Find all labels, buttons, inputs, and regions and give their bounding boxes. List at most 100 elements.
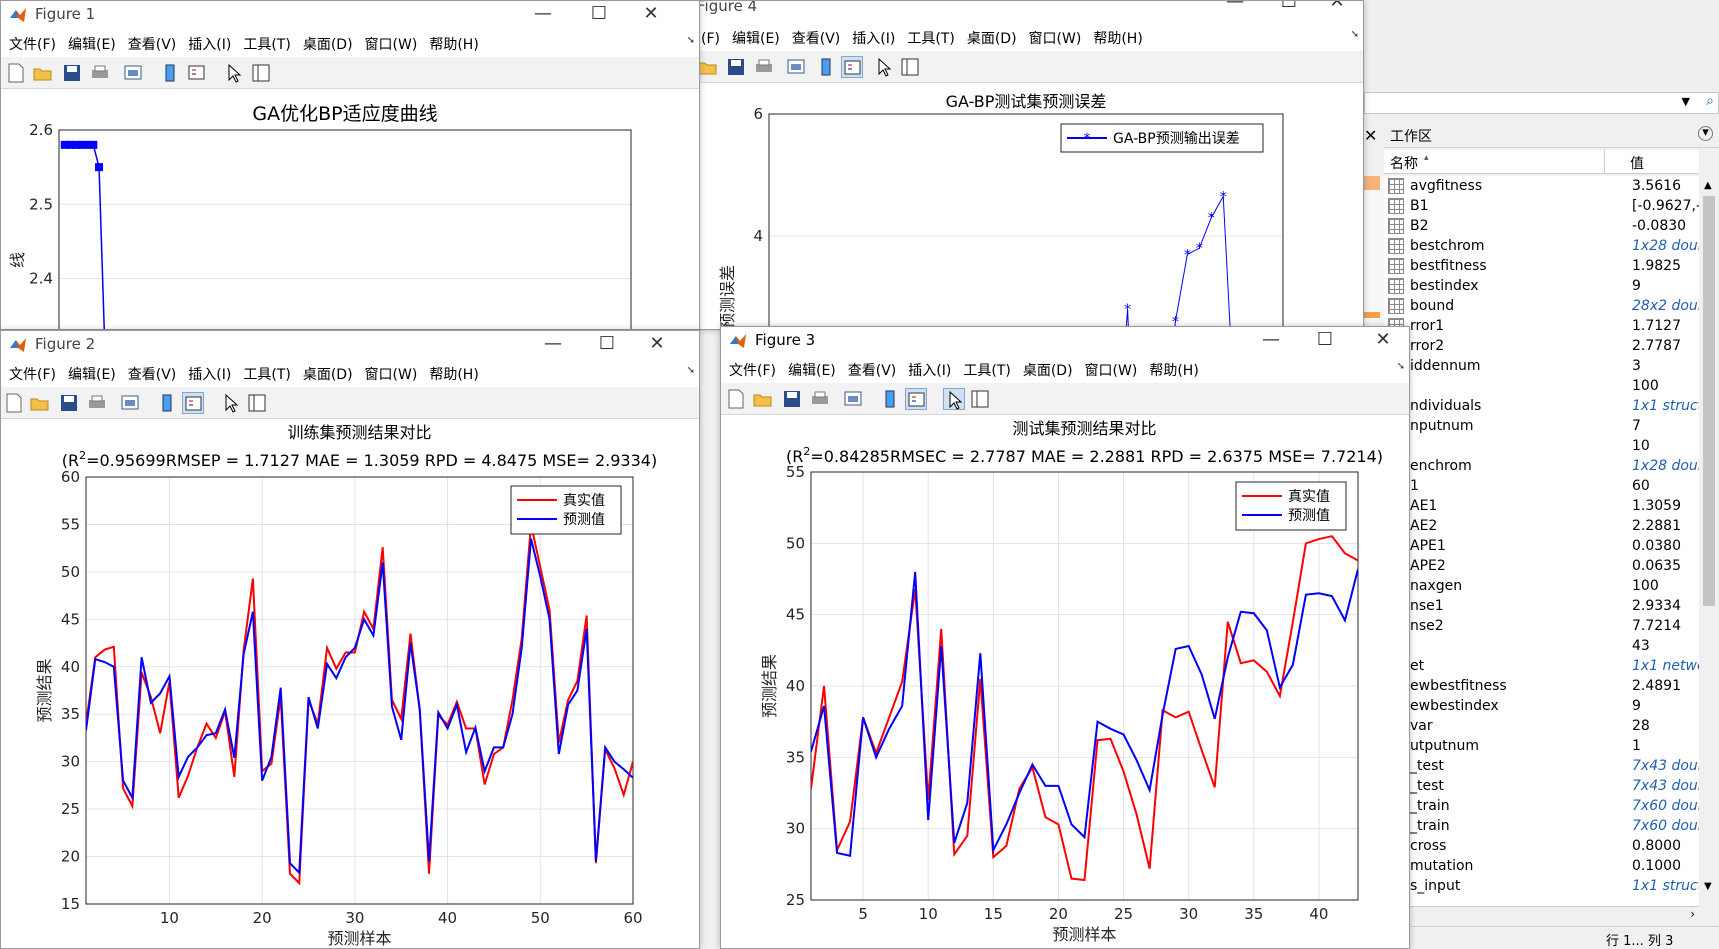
property-editor-icon[interactable] — [250, 62, 272, 84]
maximize-button[interactable]: ☐ — [1269, 1, 1309, 15]
colorbar-icon[interactable] — [815, 56, 837, 78]
close-button[interactable]: ✕ — [1317, 1, 1357, 15]
menu-item-3[interactable]: 插入(I) — [188, 364, 231, 384]
menu-item-3[interactable]: 插入(I) — [188, 34, 231, 54]
scroll-up-arrow-icon[interactable]: ▲ — [1704, 180, 1712, 191]
maximize-button[interactable]: ☐ — [579, 3, 619, 27]
menu-item-2[interactable]: 查看(V) — [792, 28, 841, 48]
menu-item-7[interactable]: 帮助(H) — [1093, 28, 1142, 48]
close-icon[interactable]: ✕ — [1364, 126, 1377, 145]
open-folder-icon[interactable] — [697, 56, 719, 78]
minimize-button[interactable]: — — [1215, 1, 1255, 15]
menu-item-5[interactable]: 桌面(D) — [303, 364, 353, 384]
menu-item-1[interactable]: 编辑(E) — [788, 360, 836, 380]
colorbar-icon[interactable] — [156, 392, 178, 414]
new-figure-icon[interactable] — [725, 388, 747, 410]
save-icon[interactable] — [58, 392, 80, 414]
menu-item-4[interactable]: 工具(T) — [243, 34, 290, 54]
menu-item-5[interactable]: 桌面(D) — [1023, 360, 1073, 380]
figure-2-window[interactable]: Figure 2 — ☐ ✕ 文件(F) 编辑(E) 查看(V) 插入(I) 工具(T)… — [0, 330, 700, 949]
dock-arrow-icon[interactable]: ➘ — [1351, 29, 1359, 40]
menu-item-0[interactable]: 文件(F) — [9, 34, 56, 54]
minimize-button[interactable]: — — [1251, 329, 1291, 353]
pointer-icon[interactable] — [220, 392, 242, 414]
scroll-right-arrow-icon[interactable]: › — [1690, 907, 1695, 921]
scrollbar-thumb[interactable] — [1703, 196, 1715, 606]
title-bar[interactable]: Figure 2 — ☐ ✕ — [1, 331, 699, 359]
menu-item-6[interactable]: 窗口(W) — [365, 34, 418, 54]
chevron-down-icon[interactable]: ▼ — [1682, 95, 1690, 108]
title-bar[interactable]: Figure 3 — ☐ ✕ — [721, 327, 1409, 355]
vertical-scrollbar[interactable]: ▲ ▼ — [1699, 176, 1719, 906]
column-header-name[interactable]: 名称 — [1390, 153, 1418, 173]
menu-item-7[interactable]: 帮助(H) — [1149, 360, 1198, 380]
legend-icon[interactable] — [182, 392, 204, 414]
menu-item-0[interactable]: 文件(F) — [729, 360, 776, 380]
workspace-options-icon[interactable]: ▾ — [1698, 126, 1713, 141]
menu-item-3[interactable]: 插入(I) — [852, 28, 895, 48]
new-figure-icon[interactable] — [5, 62, 27, 84]
link-plot-icon[interactable] — [842, 388, 864, 410]
figure-4-window[interactable]: Figure 4 — ☐ ✕ (F) 编辑(E) 查看(V) 插入(I) 工具(T) 桌面… — [692, 0, 1364, 330]
print-icon[interactable] — [809, 388, 831, 410]
menu-item-4[interactable]: 工具(T) — [963, 360, 1010, 380]
menu-item-5[interactable]: 桌面(D) — [303, 34, 353, 54]
title-bar[interactable]: Figure 4 — ☐ ✕ — [693, 1, 1363, 21]
link-plot-icon[interactable] — [785, 56, 807, 78]
save-icon[interactable] — [61, 62, 83, 84]
print-icon[interactable] — [86, 392, 108, 414]
print-icon[interactable] — [89, 62, 111, 84]
maximize-button[interactable]: ☐ — [587, 333, 627, 357]
title-bar[interactable]: Figure 1 — ☐ ✕ — [1, 1, 699, 29]
close-button[interactable]: ✕ — [631, 3, 671, 27]
maximize-button[interactable]: ☐ — [1305, 329, 1345, 353]
link-plot-icon[interactable] — [122, 62, 144, 84]
open-folder-icon[interactable] — [32, 62, 54, 84]
legend-icon[interactable] — [841, 56, 863, 78]
menu-item-2[interactable]: 查看(V) — [848, 360, 897, 380]
address-bar[interactable]: ▼ ⌕ — [1364, 92, 1719, 114]
open-folder-icon[interactable] — [752, 388, 774, 410]
figure-3-window[interactable]: Figure 3 — ☐ ✕ 文件(F) 编辑(E) 查看(V) 插入(I) 工具(T)… — [720, 326, 1410, 949]
close-button[interactable]: ✕ — [1363, 329, 1403, 353]
menu-item-2[interactable]: 查看(V) — [128, 34, 177, 54]
minimize-button[interactable]: — — [523, 3, 563, 27]
menu-item-6[interactable]: 窗口(W) — [1029, 28, 1082, 48]
pointer-icon[interactable] — [943, 388, 965, 410]
menu-item-1[interactable]: 编辑(E) — [68, 34, 116, 54]
menu-item-5[interactable]: 桌面(D) — [967, 28, 1017, 48]
menu-item-1[interactable]: 编辑(E) — [732, 28, 780, 48]
save-icon[interactable] — [725, 56, 747, 78]
pointer-icon[interactable] — [223, 62, 245, 84]
print-icon[interactable] — [753, 56, 775, 78]
dock-arrow-icon[interactable]: ➘ — [687, 365, 695, 376]
minimize-button[interactable]: — — [533, 333, 573, 357]
property-editor-icon[interactable] — [969, 388, 991, 410]
menu-item-6[interactable]: 窗口(W) — [365, 364, 418, 384]
link-plot-icon[interactable] — [119, 392, 141, 414]
column-header-value[interactable]: 值 — [1630, 153, 1644, 173]
menu-item-0[interactable]: 文件(F) — [9, 364, 56, 384]
search-icon[interactable]: ⌕ — [1706, 93, 1714, 109]
menu-item-7[interactable]: 帮助(H) — [429, 364, 478, 384]
figure-1-window[interactable]: Figure 1 — ☐ ✕ 文件(F) 编辑(E) 查看(V) 插入(I) 工具(T)… — [0, 0, 700, 330]
menu-item-4[interactable]: 工具(T) — [243, 364, 290, 384]
legend-icon[interactable] — [905, 388, 927, 410]
dock-arrow-icon[interactable]: ➘ — [687, 35, 695, 46]
dock-arrow-icon[interactable]: ➘ — [1397, 361, 1405, 372]
legend-icon[interactable] — [186, 62, 208, 84]
menu-item-4[interactable]: 工具(T) — [907, 28, 954, 48]
scroll-down-arrow-icon[interactable]: ▼ — [1704, 881, 1712, 892]
property-editor-icon[interactable] — [899, 56, 921, 78]
column-divider[interactable] — [1604, 150, 1605, 174]
menu-item-1[interactable]: 编辑(E) — [68, 364, 116, 384]
menu-item-6[interactable]: 窗口(W) — [1085, 360, 1138, 380]
menu-item-0[interactable]: (F) — [701, 31, 720, 47]
new-figure-icon[interactable] — [3, 392, 25, 414]
property-editor-icon[interactable] — [246, 392, 268, 414]
pointer-icon[interactable] — [873, 56, 895, 78]
close-button[interactable]: ✕ — [637, 333, 677, 357]
save-icon[interactable] — [781, 388, 803, 410]
horizontal-scrollbar[interactable]: › — [1384, 906, 1699, 924]
colorbar-icon[interactable] — [159, 62, 181, 84]
